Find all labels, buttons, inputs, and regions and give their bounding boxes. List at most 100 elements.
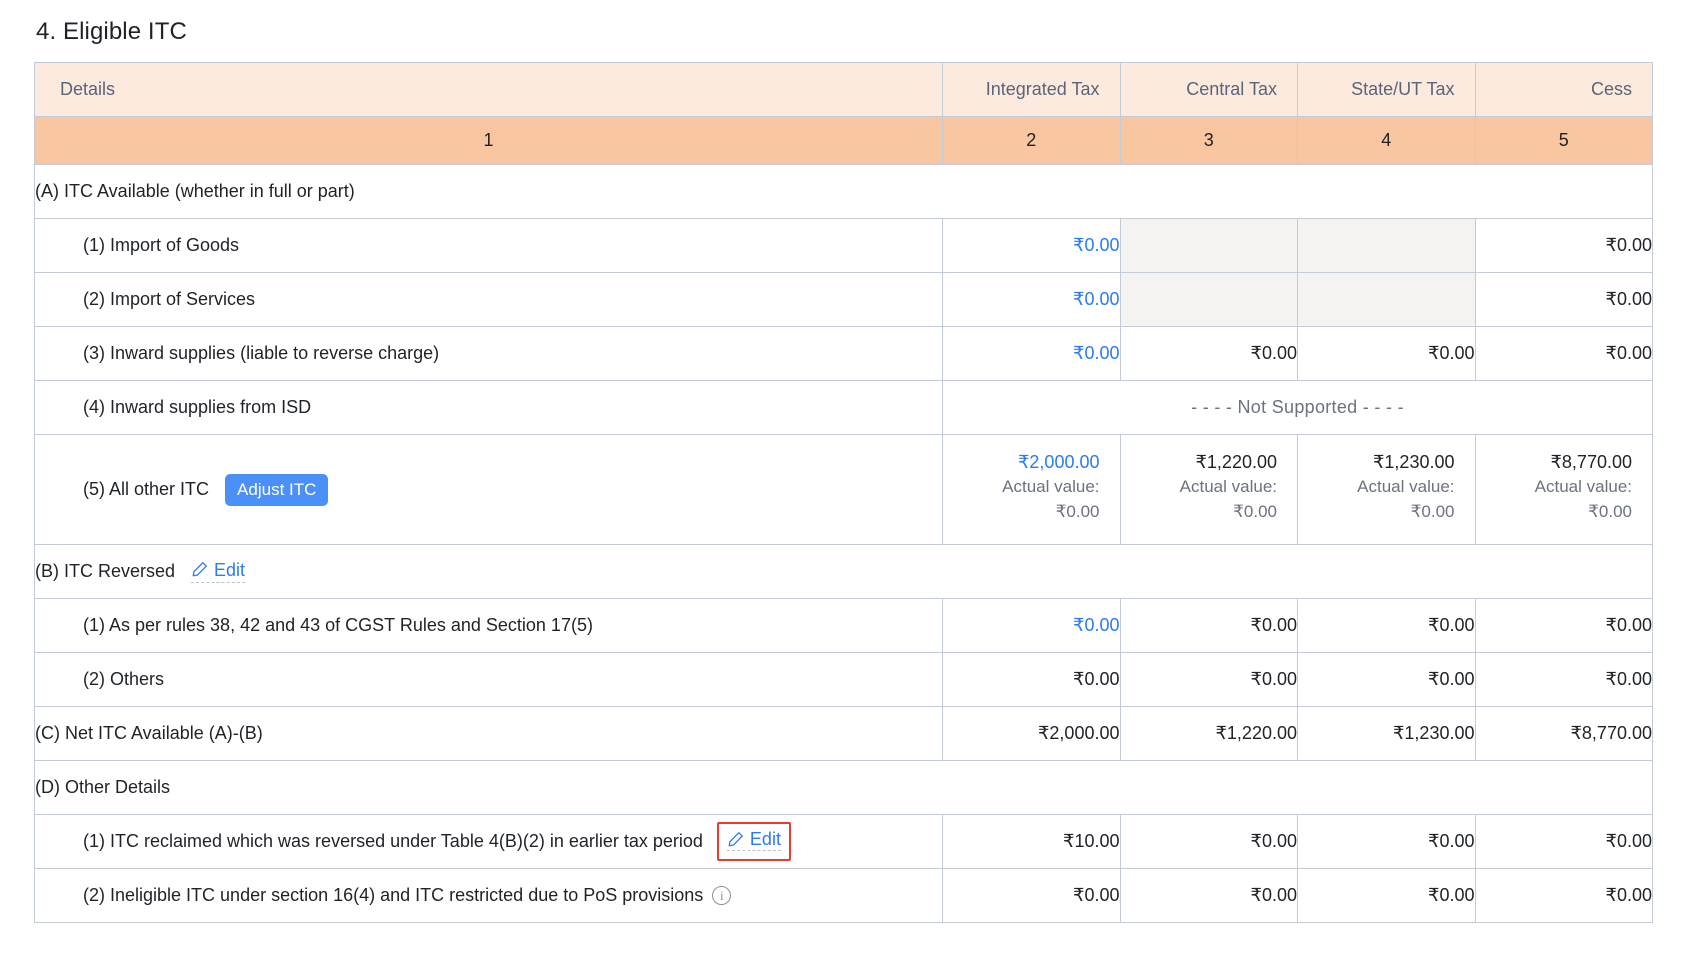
cell-others-integrated: ₹0.00: [943, 653, 1121, 707]
edit-link-label: Edit: [214, 561, 245, 579]
cell-all-other-itc-integrated[interactable]: ₹2,000.00 Actual value: ₹0.00: [943, 435, 1121, 545]
column-header-details: Details: [35, 63, 943, 117]
cell-all-other-itc-central: ₹1,220.00 Actual value: ₹0.00: [1120, 435, 1298, 545]
page-title: 4. Eligible ITC: [36, 18, 1652, 46]
column-index-5: 5: [1475, 117, 1653, 165]
table-row: (A) ITC Available (whether in full or pa…: [35, 165, 1653, 219]
eligible-itc-table: Details Integrated Tax Central Tax State…: [34, 62, 1653, 923]
column-header-state-ut-tax: State/UT Tax: [1298, 63, 1476, 117]
table-row: (1) ITC reclaimed which was reversed und…: [35, 815, 1653, 869]
cell-ineligible-cess: ₹0.00: [1475, 869, 1653, 923]
cell-rules-cess: ₹0.00: [1475, 599, 1653, 653]
info-icon[interactable]: i: [712, 886, 731, 905]
column-index-4: 4: [1298, 117, 1476, 165]
actual-value-amount: ₹0.00: [963, 500, 1100, 525]
cell-import-services-integrated[interactable]: ₹0.00: [943, 273, 1121, 327]
actual-value-label: Actual value:: [1141, 475, 1278, 500]
cell-others-central: ₹0.00: [1120, 653, 1298, 707]
column-header-cess: Cess: [1475, 63, 1653, 117]
cell-rules-central: ₹0.00: [1120, 599, 1298, 653]
cell-net-itc-central: ₹1,220.00: [1120, 707, 1298, 761]
actual-value-amount: ₹0.00: [1141, 500, 1278, 525]
table-body: (A) ITC Available (whether in full or pa…: [35, 165, 1653, 923]
cell-import-goods-central: [1120, 219, 1298, 273]
row-label-import-of-services: (2) Import of Services: [35, 273, 943, 327]
cell-import-goods-cess: ₹0.00: [1475, 219, 1653, 273]
actual-value-label: Actual value:: [1318, 475, 1455, 500]
cell-others-cess: ₹0.00: [1475, 653, 1653, 707]
row-label-itc-reclaimed: (1) ITC reclaimed which was reversed und…: [35, 815, 943, 869]
table-row: (2) Ineligible ITC under section 16(4) a…: [35, 869, 1653, 923]
table-row: (B) ITC Reversed Edit: [35, 545, 1653, 599]
cell-reclaimed-central: ₹0.00: [1120, 815, 1298, 869]
column-header-integrated-tax: Integrated Tax: [943, 63, 1121, 117]
row-label-text: (2) Ineligible ITC under section 16(4) a…: [83, 885, 703, 906]
row-label-text: (B) ITC Reversed: [35, 561, 175, 582]
cell-ineligible-state: ₹0.00: [1298, 869, 1476, 923]
cell-inward-rc-state: ₹0.00: [1298, 327, 1476, 381]
table-row: (1) Import of Goods ₹0.00 ₹0.00: [35, 219, 1653, 273]
row-label-text: (1) ITC reclaimed which was reversed und…: [83, 831, 703, 852]
actual-value-amount: ₹0.00: [1496, 500, 1633, 525]
pencil-icon: [191, 561, 208, 578]
cell-inward-rc-integrated[interactable]: ₹0.00: [943, 327, 1121, 381]
row-label-all-other-itc: (5) All other ITC Adjust ITC: [35, 435, 943, 545]
actual-value-amount: ₹0.00: [1318, 500, 1455, 525]
actual-value-label: Actual value:: [963, 475, 1100, 500]
table-row: (C) Net ITC Available (A)-(B) ₹2,000.00 …: [35, 707, 1653, 761]
cell-rules-state: ₹0.00: [1298, 599, 1476, 653]
row-label-net-itc-available: (C) Net ITC Available (A)-(B): [35, 707, 943, 761]
column-header-central-tax: Central Tax: [1120, 63, 1298, 117]
table-header-row: Details Integrated Tax Central Tax State…: [35, 63, 1653, 117]
cell-inward-rc-cess: ₹0.00: [1475, 327, 1653, 381]
cell-reclaimed-integrated: ₹10.00: [943, 815, 1121, 869]
cell-reclaimed-state: ₹0.00: [1298, 815, 1476, 869]
eligible-itc-page: 4. Eligible ITC Details Integrated Tax C…: [0, 0, 1686, 972]
column-index-1: 1: [35, 117, 943, 165]
adjust-itc-button[interactable]: Adjust ITC: [225, 474, 328, 506]
value-primary: ₹1,220.00: [1141, 449, 1278, 475]
row-label-inward-supplies-isd: (4) Inward supplies from ISD: [35, 381, 943, 435]
cell-net-itc-state: ₹1,230.00: [1298, 707, 1476, 761]
value-primary: ₹1,230.00: [1318, 449, 1455, 475]
table-row: (1) As per rules 38, 42 and 43 of CGST R…: [35, 599, 1653, 653]
cell-others-state: ₹0.00: [1298, 653, 1476, 707]
row-label-inward-supplies-reverse-charge: (3) Inward supplies (liable to reverse c…: [35, 327, 943, 381]
row-label-other-details: (D) Other Details: [35, 761, 1653, 815]
row-label-ineligible-itc: (2) Ineligible ITC under section 16(4) a…: [35, 869, 943, 923]
edit-link-label: Edit: [750, 830, 781, 848]
cell-import-services-cess: ₹0.00: [1475, 273, 1653, 327]
table-row: (5) All other ITC Adjust ITC ₹2,000.00 A…: [35, 435, 1653, 545]
row-label-import-of-goods: (1) Import of Goods: [35, 219, 943, 273]
value-primary: ₹2,000.00: [963, 449, 1100, 475]
table-row: (4) Inward supplies from ISD - - - - Not…: [35, 381, 1653, 435]
cell-import-goods-integrated[interactable]: ₹0.00: [943, 219, 1121, 273]
row-label-others: (2) Others: [35, 653, 943, 707]
cell-inward-rc-central: ₹0.00: [1120, 327, 1298, 381]
table-index-row: 1 2 3 4 5: [35, 117, 1653, 165]
cell-all-other-itc-state: ₹1,230.00 Actual value: ₹0.00: [1298, 435, 1476, 545]
cell-reclaimed-cess: ₹0.00: [1475, 815, 1653, 869]
row-label-itc-available: (A) ITC Available (whether in full or pa…: [35, 165, 1653, 219]
cell-rules-integrated[interactable]: ₹0.00: [943, 599, 1121, 653]
cell-import-goods-state: [1298, 219, 1476, 273]
cell-net-itc-integrated: ₹2,000.00: [943, 707, 1121, 761]
row-label-text: (5) All other ITC: [83, 479, 209, 500]
cell-import-services-central: [1120, 273, 1298, 327]
table-row: (D) Other Details: [35, 761, 1653, 815]
edit-itc-reversed-link[interactable]: Edit: [191, 561, 245, 583]
cell-all-other-itc-cess: ₹8,770.00 Actual value: ₹0.00: [1475, 435, 1653, 545]
table-row: (2) Import of Services ₹0.00 ₹0.00: [35, 273, 1653, 327]
cell-import-services-state: [1298, 273, 1476, 327]
cell-net-itc-cess: ₹8,770.00: [1475, 707, 1653, 761]
row-label-itc-reversed: (B) ITC Reversed Edit: [35, 545, 1653, 599]
edit-itc-reclaimed-link[interactable]: Edit: [717, 822, 791, 861]
column-index-3: 3: [1120, 117, 1298, 165]
pencil-icon: [727, 831, 744, 848]
cell-ineligible-central: ₹0.00: [1120, 869, 1298, 923]
actual-value-label: Actual value:: [1496, 475, 1633, 500]
not-supported-note: - - - - Not Supported - - - -: [943, 381, 1653, 435]
row-label-as-per-rules: (1) As per rules 38, 42 and 43 of CGST R…: [35, 599, 943, 653]
table-row: (2) Others ₹0.00 ₹0.00 ₹0.00 ₹0.00: [35, 653, 1653, 707]
value-primary: ₹8,770.00: [1496, 449, 1633, 475]
